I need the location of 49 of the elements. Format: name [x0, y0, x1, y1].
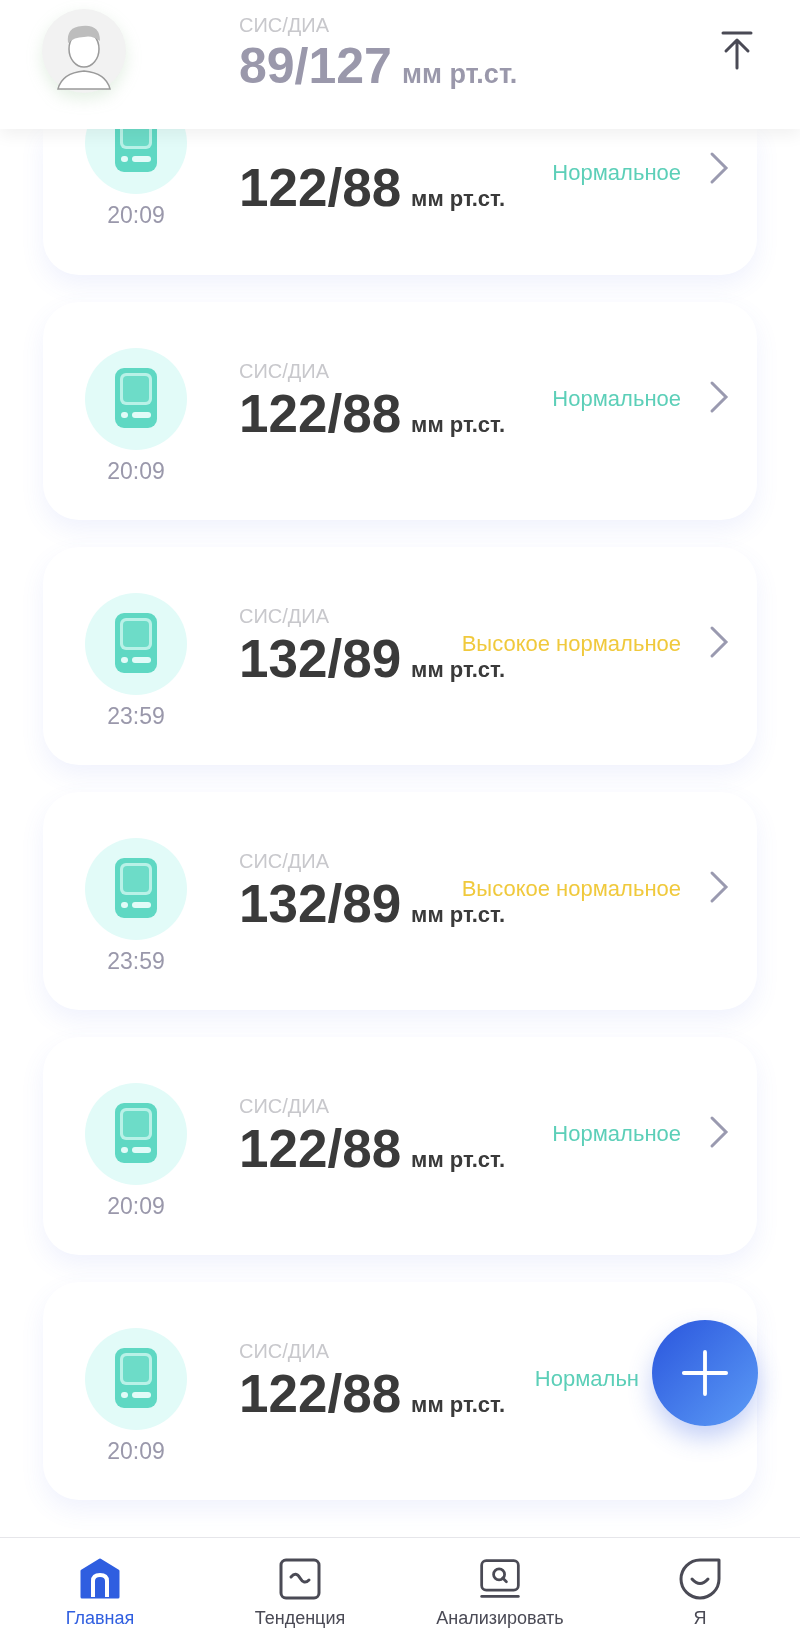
- scroll-to-top-icon[interactable]: [720, 29, 754, 70]
- time-label: 20:09: [107, 204, 165, 227]
- unit-label: мм рт.ст.: [411, 658, 506, 681]
- blood-pressure-monitor-icon: [85, 837, 187, 940]
- status-label: Нормальное: [552, 1122, 681, 1145]
- home-icon: [78, 1556, 122, 1601]
- nav-tab[interactable]: Я: [600, 1538, 800, 1645]
- unit-label: мм рт.ст.: [411, 413, 506, 436]
- blood-pressure-monitor-icon: [85, 1327, 187, 1430]
- blood-pressure-monitor-icon: [85, 347, 187, 450]
- time-label: 20:09: [107, 1194, 165, 1218]
- unit-label: мм рт.ст.: [411, 188, 506, 210]
- plus-icon: [681, 1349, 729, 1397]
- chevron-right-icon: [709, 1115, 729, 1149]
- pressure-value: 89/127: [239, 40, 392, 91]
- pressure-value: 122/88: [239, 1366, 402, 1420]
- status-label: Нормальн: [534, 1367, 639, 1390]
- blood-pressure-monitor-icon: [85, 592, 187, 695]
- record-card[interactable]: 20:09 122/88 Нормальное мм рт.ст.: [43, 129, 757, 275]
- unit-label: мм рт.ст.: [411, 1393, 506, 1416]
- chevron-right-icon: [709, 380, 729, 414]
- trend-icon: [278, 1556, 322, 1601]
- nav-tab[interactable]: Тенденция: [200, 1538, 400, 1645]
- chevron-right-icon: [709, 625, 729, 659]
- unit-label: мм рт.ст.: [401, 60, 518, 88]
- time-label: 20:09: [107, 1439, 165, 1463]
- time-label: 23:59: [107, 949, 165, 973]
- avatar-icon: [42, 8, 126, 93]
- pressure-value: 122/88: [239, 386, 402, 440]
- unit-label: мм рт.ст.: [411, 1148, 506, 1171]
- status-label: Высокое нормальное: [461, 632, 681, 655]
- pressure-value: 122/88: [239, 1121, 402, 1175]
- smile-icon: [678, 1556, 722, 1601]
- pressure-value: 132/89: [239, 631, 402, 685]
- blood-pressure-monitor-icon: [85, 129, 187, 194]
- pressure-value: 122/88: [239, 161, 402, 214]
- nav-tab[interactable]: Главная: [0, 1538, 200, 1645]
- chevron-right-icon: [709, 151, 729, 185]
- status-label: Нормальное: [552, 162, 681, 184]
- blood-pressure-monitor-icon: [85, 1082, 187, 1185]
- nav-tab[interactable]: Анализировать: [400, 1538, 600, 1645]
- pressure-value: 132/89: [239, 876, 402, 930]
- analysis-icon: [478, 1556, 522, 1601]
- unit-label: мм рт.ст.: [411, 903, 506, 926]
- chevron-right-icon: [709, 870, 729, 904]
- time-label: 23:59: [107, 704, 165, 728]
- status-label: Высокое нормальное: [461, 877, 681, 900]
- status-label: Нормальное: [552, 387, 681, 410]
- time-label: 20:09: [107, 459, 165, 483]
